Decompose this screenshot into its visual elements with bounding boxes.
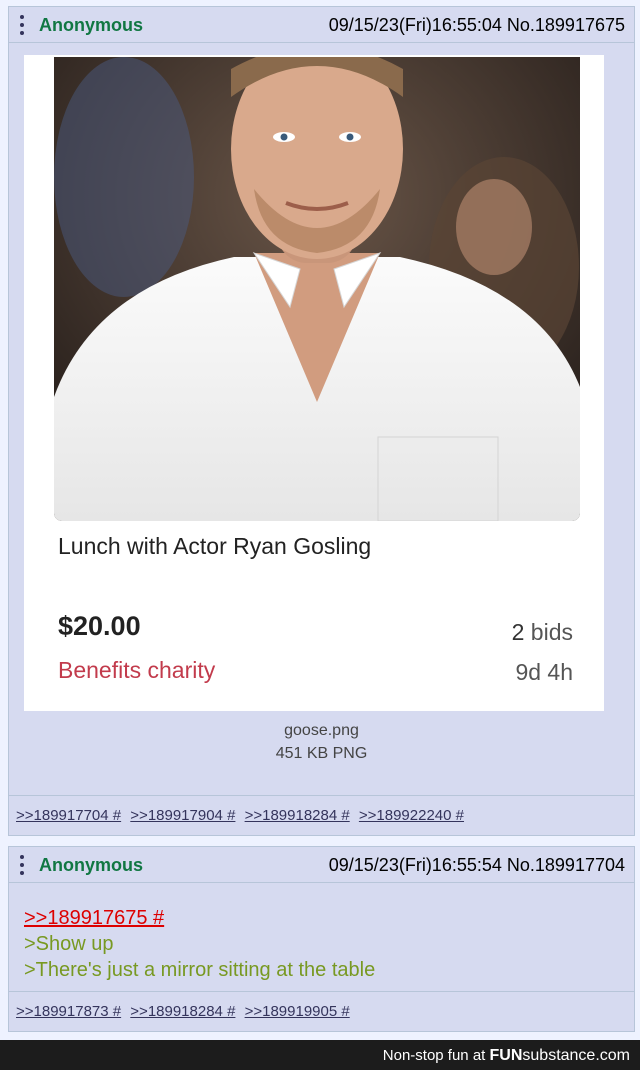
backlinks: >>189917704 # >>189917904 # >>189918284 … xyxy=(9,795,634,835)
file-name[interactable]: goose.png xyxy=(9,722,634,740)
backlink[interactable]: >>189919905 # xyxy=(245,1003,350,1020)
watermark-brand: FUNsubstance.com xyxy=(489,1047,631,1064)
watermark-bar: Non-stop fun at FUNsubstance.com xyxy=(0,1040,640,1070)
actor-photo xyxy=(54,57,580,521)
backlinks: >>189917873 # >>189918284 # >>189919905 … xyxy=(9,991,634,1031)
post-meta: 09/15/23(Fri)16:55:04 No.189917675 xyxy=(329,15,625,36)
greentext-line: >There's just a mirror sitting at the ta… xyxy=(24,959,376,981)
time-left: 9d 4h xyxy=(515,659,573,685)
post-date: 09/15/23(Fri)16:55:54 xyxy=(328,855,502,875)
listing-title: Lunch with Actor Ryan Gosling xyxy=(58,533,372,559)
post-189917704: Anonymous 09/15/23(Fri)16:55:54 No.18991… xyxy=(8,846,635,1032)
bids-count: 2 bids xyxy=(512,619,573,646)
quote-link[interactable]: >>189917675 # xyxy=(24,905,375,931)
poster-name: Anonymous xyxy=(39,855,144,875)
post-number[interactable]: No.189917675 xyxy=(507,15,625,35)
watermark-text: Non-stop fun at xyxy=(382,1047,486,1064)
charity-label: Benefits charity xyxy=(58,657,216,683)
greentext-line: >Show up xyxy=(24,933,114,955)
backlink[interactable]: >>189922240 # xyxy=(359,807,464,824)
file-size: 451 KB PNG xyxy=(275,745,368,762)
post-number[interactable]: No.189917704 xyxy=(507,855,625,875)
backlink[interactable]: >>189917904 # xyxy=(130,807,235,824)
listing-price: $20.00 xyxy=(58,611,141,641)
backlink[interactable]: >>189917704 # xyxy=(16,807,121,824)
poster-name: Anonymous xyxy=(39,15,144,35)
post-menu-icon[interactable] xyxy=(18,15,26,35)
post-header: Anonymous 09/15/23(Fri)16:55:04 No.18991… xyxy=(9,7,634,43)
post-body: >>189917675 # >Show up >There's just a m… xyxy=(24,905,375,983)
backlink[interactable]: >>189917873 # xyxy=(16,1003,121,1020)
post-image[interactable]: Lunch with Actor Ryan Gosling $20.00 Ben… xyxy=(24,55,604,711)
post-meta: 09/15/23(Fri)16:55:54 No.189917704 xyxy=(329,855,625,876)
post-menu-icon[interactable] xyxy=(18,855,26,875)
bids-label: bids xyxy=(530,619,573,645)
post-date: 09/15/23(Fri)16:55:04 xyxy=(328,15,502,35)
post-189917675: Anonymous 09/15/23(Fri)16:55:04 No.18991… xyxy=(8,6,635,836)
post-header: Anonymous 09/15/23(Fri)16:55:54 No.18991… xyxy=(9,847,634,883)
backlink[interactable]: >>189918284 # xyxy=(130,1003,235,1020)
bids-number: 2 xyxy=(511,619,525,645)
backlink[interactable]: >>189918284 # xyxy=(245,807,350,824)
